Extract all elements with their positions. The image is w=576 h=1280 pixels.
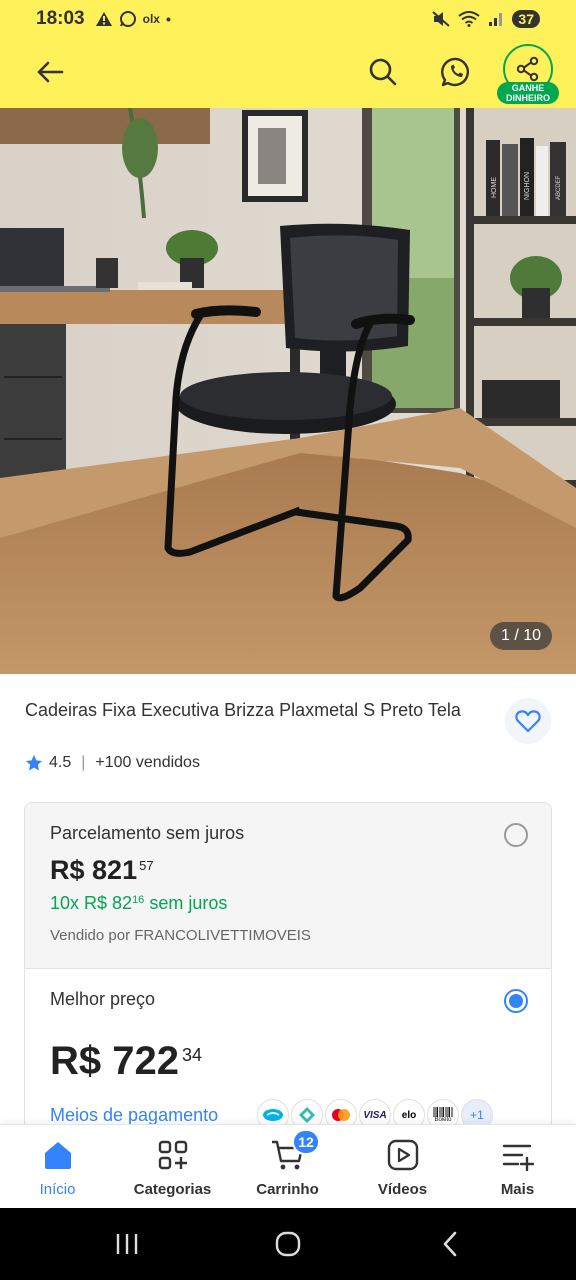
offer-best-price[interactable]: Melhor preço R$ 722 34 Meios de pagamento… [25,969,551,1131]
payment-methods-link[interactable]: Meios de pagamento [50,1105,218,1126]
earn-badge-line2: DINHEIRO [505,93,550,103]
cart-count-badge: 12 [292,1129,320,1155]
heart-icon [515,710,541,733]
video-icon [387,1139,418,1171]
price-cents: 57 [139,858,154,873]
bottom-navigation: Início Categorias 12 Carrinho Vídeos Mai… [0,1124,576,1208]
installments-text: 10x R$ 8216 sem juros [50,893,227,914]
currency: R$ [50,1039,102,1083]
nav-mais[interactable]: Mais [460,1125,575,1209]
battery-indicator: 37 [512,10,540,28]
menu-plus-icon [502,1144,534,1171]
categories-icon [158,1140,187,1170]
whatsapp-icon [441,57,469,87]
nav-icon-wrap [0,1137,115,1173]
back-chevron-icon[interactable] [440,1230,460,1258]
visa-label: VISA [363,1109,387,1121]
nav-inicio[interactable]: Início [0,1125,115,1209]
book-spine-3: ABCDEF [556,175,562,200]
alert-icon [95,12,112,26]
mute-icon [432,11,451,27]
elo-label: elo [401,1109,417,1121]
price-cents: 34 [182,1045,203,1065]
status-left-icons: olx • [95,10,171,28]
recent-apps-icon[interactable] [114,1232,140,1256]
offer-radio-selected[interactable] [504,989,528,1013]
back-button[interactable] [28,50,72,94]
nav-icon-wrap [230,1137,345,1173]
whatsapp-icon [119,11,136,27]
currency: R$ [50,855,85,885]
price-int: 821 [92,855,138,885]
status-time: 18:03 [36,8,85,29]
installments-cents: 16 [132,894,145,906]
share-icon [516,56,539,82]
nav-label: Mais [500,1181,535,1198]
product-title: Cadeiras Fixa Executiva Brizza Plaxmetal… [25,700,461,720]
dot-icon: • [165,11,171,27]
product-photo: HOME NIGHON ABCDEF [0,108,576,674]
home-circle-icon[interactable] [274,1230,302,1258]
sold-count: +100 vendidos [95,754,200,771]
favorite-button[interactable] [505,698,551,744]
olx-icon: olx [142,12,160,26]
product-image-gallery[interactable]: HOME NIGHON ABCDEF 1 / 10 [0,108,576,674]
nav-videos[interactable]: Vídeos [345,1125,460,1209]
rating-separator: | [81,754,86,771]
installments-suffix: sem juros [149,893,228,913]
offer-installments[interactable]: Parcelamento sem juros R$ 821 57 10x R$ 8… [25,803,551,969]
rating-row: 4.5 | +100 vendidos [25,754,200,772]
offer-label: Parcelamento sem juros [50,823,245,843]
offer-label: Melhor preço [50,989,156,1009]
nav-categorias[interactable]: Categorias [115,1125,230,1209]
earn-money-badge: GANHE DINHEIRO [497,82,559,104]
nav-label: Vídeos [377,1181,428,1198]
nav-label: Categorias [133,1181,212,1198]
signal-icon [489,13,503,26]
nav-label: Início [39,1181,76,1198]
status-right-icons: 37 [432,10,540,28]
book-spine-2: NIGHON [524,172,531,200]
status-bar: 18:03 olx • 37 [0,0,576,38]
boleto-label: Boleto [434,1116,452,1123]
arrow-left-icon [37,61,64,83]
offer-price: R$ 722 34 [50,1039,202,1084]
wifi-icon [458,11,481,27]
offers-card: Parcelamento sem juros R$ 821 57 10x R$ 8… [24,802,552,1132]
offer-price: R$ 821 57 [50,855,154,886]
search-button[interactable] [361,50,405,94]
whatsapp-share-button[interactable] [434,50,478,94]
nav-carrinho[interactable]: 12 Carrinho [230,1125,345,1209]
nav-icon-wrap [115,1137,230,1173]
home-icon [44,1142,71,1169]
earn-badge-line1: GANHE [511,83,545,93]
installments-prefix: 10x R$ 82 [50,893,133,913]
image-counter: 1 / 10 [489,622,552,650]
seller-name: Vendido por FRANCOLIVETTIMOVEIS [50,927,311,944]
more-methods-count: +1 [470,1108,484,1122]
nav-icon-wrap [345,1137,460,1173]
book-spine-1: HOME [491,177,498,198]
search-icon [369,58,397,86]
nav-label: Carrinho [256,1181,319,1198]
nav-icon-wrap [460,1137,575,1173]
offer-radio[interactable] [504,823,528,847]
rating-value: 4.5 [49,754,72,771]
price-int: 722 [112,1039,180,1083]
product-page: 18:03 olx • 37 GANHE DINHEIRO HOME NIGHO… [0,0,576,1280]
system-navigation-bar [0,1208,576,1280]
star-icon [26,755,42,771]
